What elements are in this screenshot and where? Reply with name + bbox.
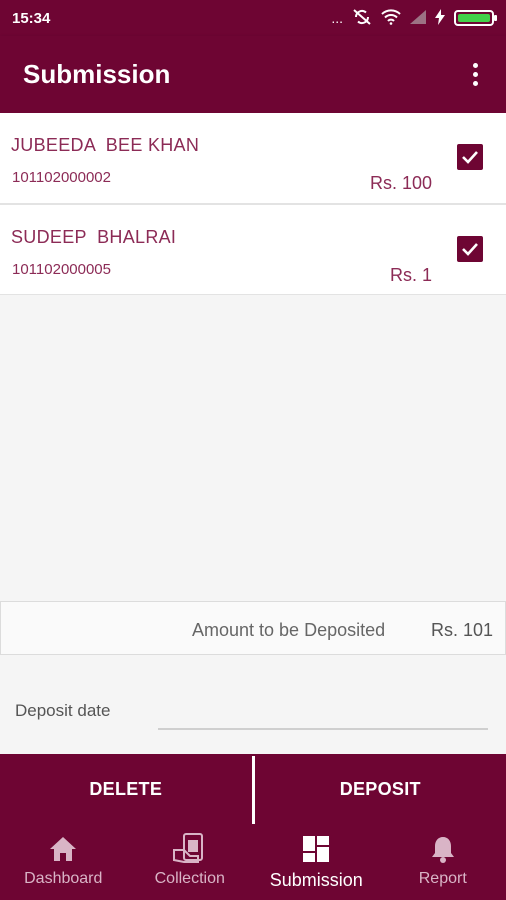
nav-label: Collection (154, 870, 225, 887)
delete-button[interactable]: DELETE (0, 754, 252, 824)
member-name: JUBEEDA BEE KHAN (11, 135, 200, 155)
list-item[interactable]: SUDEEP BHALRAI 101102000005 Rs. 1 (0, 204, 506, 295)
more-vert-icon[interactable] (467, 57, 484, 92)
select-checkbox[interactable] (457, 236, 483, 262)
collection-icon (172, 833, 208, 864)
status-time: 15:34 (12, 9, 51, 27)
page-title: Submission (23, 59, 171, 89)
deposit-total: Amount to be Deposited Rs. 101 (0, 601, 506, 655)
amount: Rs. 1 (389, 265, 432, 285)
status-icons: ... (331, 8, 497, 28)
app-bar: Submission (0, 36, 506, 113)
deposit-button[interactable]: DEPOSIT (255, 754, 506, 824)
deposit-date-label: Deposit date (15, 701, 111, 720)
nav-item-dashboard[interactable]: Dashboard (0, 824, 127, 900)
charging-icon (435, 8, 445, 28)
dashboard-grid-icon (302, 834, 330, 864)
status-bar: 15:34 ... (0, 0, 506, 36)
home-icon (49, 834, 77, 864)
account-number: 101102000005 (12, 261, 111, 278)
check-icon (462, 243, 478, 256)
submission-list: JUBEEDA BEE KHAN 101102000002 Rs. 100 SU… (0, 113, 506, 295)
total-label: Amount to be Deposited (192, 620, 386, 640)
nav-item-collection[interactable]: Collection (127, 824, 254, 900)
wifi-icon (381, 8, 401, 28)
bottom-nav: Dashboard Collection Submission Report (0, 824, 506, 900)
check-icon (462, 151, 478, 164)
nav-label: Submission (269, 870, 363, 890)
battery-icon (454, 10, 497, 26)
nav-label: Dashboard (24, 870, 103, 887)
account-number: 101102000002 (12, 169, 111, 186)
nav-label: Report (418, 870, 467, 887)
action-bar: DELETE DEPOSIT (0, 754, 506, 824)
signal-icon (410, 9, 426, 27)
amount: Rs. 100 (369, 173, 432, 193)
nav-item-submission[interactable]: Submission (253, 824, 380, 900)
bell-icon (430, 834, 456, 864)
nav-item-report[interactable]: Report (380, 824, 506, 900)
member-name: SUDEEP BHALRAI (11, 227, 177, 247)
deposit-date-input[interactable] (158, 700, 488, 730)
select-checkbox[interactable] (457, 144, 483, 170)
more-dots-icon: ... (331, 10, 343, 26)
total-value: Rs. 101 (431, 620, 494, 640)
sync-off-icon (352, 8, 372, 28)
list-item[interactable]: JUBEEDA BEE KHAN 101102000002 Rs. 100 (0, 113, 506, 204)
